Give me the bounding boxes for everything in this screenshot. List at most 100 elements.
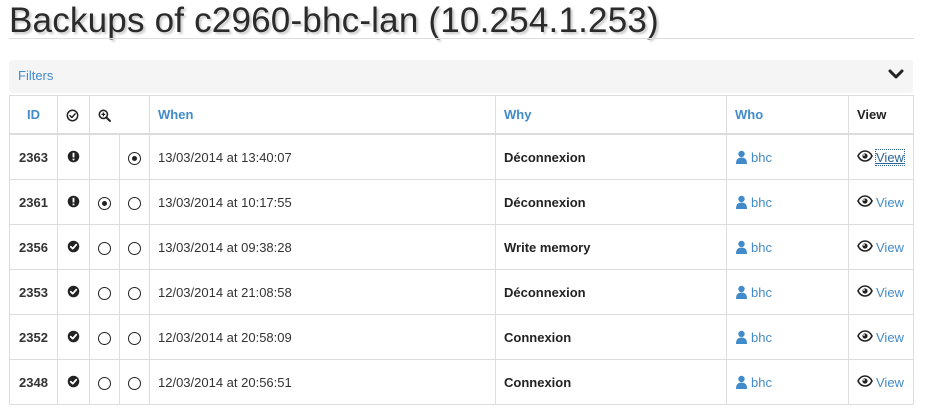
compare-from-radio[interactable] (98, 197, 111, 210)
user-icon (736, 240, 747, 254)
user-icon (736, 375, 747, 389)
compare-to-radio[interactable] (128, 287, 141, 300)
compare-to-cell (119, 133, 150, 180)
user-name: bhc (751, 149, 772, 165)
backup-date: 13/03/2014 at 09:38:28 (149, 224, 496, 270)
backup-id: 2356 (9, 224, 58, 270)
eye-icon (857, 374, 873, 387)
column-header-compare (89, 95, 150, 135)
table-header-row: ID When Why Who View (9, 95, 914, 135)
who-cell: bhc (726, 179, 849, 225)
view-backup-link[interactable]: View (876, 330, 904, 345)
user-link[interactable]: bhc (735, 240, 772, 255)
check-circle-icon (67, 375, 80, 387)
compare-from-radio[interactable] (98, 242, 111, 255)
column-header-status (57, 95, 90, 135)
compare-to-radio[interactable] (128, 332, 141, 345)
compare-from-radio[interactable] (98, 332, 111, 345)
compare-to-radio[interactable] (128, 152, 141, 165)
user-link[interactable]: bhc (735, 375, 772, 390)
filters-panel: Filters (9, 60, 913, 93)
check-circle-icon (66, 109, 79, 122)
eye-icon (857, 329, 873, 342)
backup-date: 13/03/2014 at 10:17:55 (149, 179, 496, 225)
compare-to-radio[interactable] (128, 197, 141, 210)
view-cell: View (848, 269, 914, 315)
view-cell: View (848, 359, 914, 405)
status-cell (57, 224, 90, 270)
user-link[interactable]: bhc (735, 330, 772, 345)
zoom-in-icon (98, 109, 111, 122)
filters-toggle-link[interactable]: Filters (18, 68, 53, 83)
user-name: bhc (751, 374, 772, 390)
user-link[interactable]: bhc (735, 285, 772, 300)
backup-id: 2352 (9, 314, 58, 360)
backup-reason: Déconnexion (495, 133, 727, 180)
user-link[interactable]: bhc (735, 150, 772, 165)
column-header-id[interactable]: ID (9, 95, 58, 135)
user-name: bhc (751, 284, 772, 300)
backup-date: 13/03/2014 at 13:40:07 (149, 133, 496, 180)
check-circle-icon (67, 285, 80, 297)
column-header-when[interactable]: When (149, 95, 496, 135)
view-cell: View (848, 179, 914, 225)
compare-from-cell (89, 179, 120, 225)
status-cell (57, 133, 90, 180)
compare-to-radio[interactable] (128, 242, 141, 255)
compare-to-cell (119, 269, 150, 315)
backup-date: 12/03/2014 at 20:56:51 (149, 359, 496, 405)
check-circle-icon (67, 240, 80, 252)
backup-reason: Connexion (495, 314, 727, 360)
view-backup-link[interactable]: View (876, 285, 904, 300)
compare-to-radio[interactable] (128, 377, 141, 390)
who-cell: bhc (726, 359, 849, 405)
compare-from-cell (89, 359, 120, 405)
column-header-why[interactable]: Why (495, 95, 727, 135)
sort-by-id-link[interactable]: ID (27, 107, 40, 122)
sort-by-why-link[interactable]: Why (504, 107, 531, 122)
backups-table: ID When Why Who View 2363 13/03/2014 at … (9, 95, 914, 405)
compare-from-radio[interactable] (98, 377, 111, 390)
backup-date: 12/03/2014 at 21:08:58 (149, 269, 496, 315)
view-backup-link[interactable]: View (875, 148, 905, 166)
title-divider (9, 38, 914, 39)
table-row: 2348 12/03/2014 at 20:56:51 Connexion bh… (9, 359, 914, 405)
status-cell (57, 359, 90, 405)
compare-from-radio[interactable] (98, 287, 111, 300)
view-cell: View (848, 133, 914, 180)
compare-from-cell (89, 133, 120, 180)
table-row: 2361 13/03/2014 at 10:17:55 Déconnexion … (9, 179, 914, 225)
who-cell: bhc (726, 224, 849, 270)
compare-to-cell (119, 314, 150, 360)
status-cell (57, 269, 90, 315)
compare-from-cell (89, 224, 120, 270)
user-name: bhc (751, 239, 772, 255)
chevron-down-icon[interactable] (888, 67, 904, 81)
column-header-who[interactable]: Who (726, 95, 849, 135)
view-cell: View (848, 224, 914, 270)
eye-icon (857, 194, 873, 207)
sort-by-when-link[interactable]: When (158, 107, 193, 122)
table-row: 2352 12/03/2014 at 20:58:09 Connexion bh… (9, 314, 914, 360)
backup-reason: Write memory (495, 224, 727, 270)
eye-icon (857, 284, 873, 297)
user-link[interactable]: bhc (735, 195, 772, 210)
backup-reason: Déconnexion (495, 179, 727, 225)
user-icon (736, 330, 747, 344)
backup-id: 2348 (9, 359, 58, 405)
view-backup-link[interactable]: View (876, 375, 904, 390)
table-row: 2363 13/03/2014 at 13:40:07 Déconnexion … (9, 133, 914, 180)
user-name: bhc (751, 194, 772, 210)
view-backup-link[interactable]: View (876, 195, 904, 210)
who-cell: bhc (726, 269, 849, 315)
view-backup-link[interactable]: View (876, 240, 904, 255)
compare-from-cell (89, 269, 120, 315)
backup-date: 12/03/2014 at 20:58:09 (149, 314, 496, 360)
eye-icon (857, 149, 873, 162)
table-row: 2353 12/03/2014 at 21:08:58 Déconnexion … (9, 269, 914, 315)
table-row: 2356 13/03/2014 at 09:38:28 Write memory… (9, 224, 914, 270)
compare-from-cell (89, 314, 120, 360)
user-name: bhc (751, 329, 772, 345)
sort-by-who-link[interactable]: Who (735, 107, 763, 122)
compare-to-cell (119, 179, 150, 225)
